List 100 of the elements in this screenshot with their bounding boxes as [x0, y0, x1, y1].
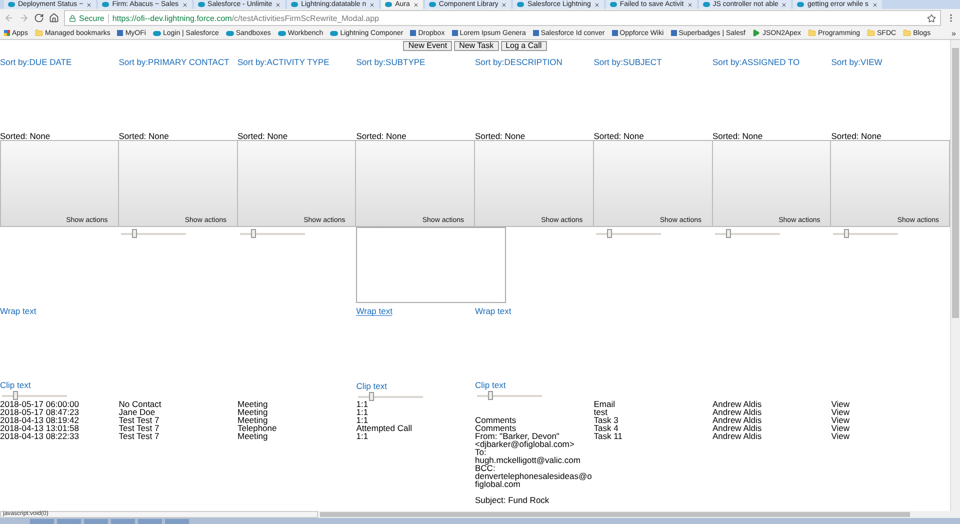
table-cell: Meeting: [238, 416, 268, 424]
horizontal-scrollbar[interactable]: [318, 511, 960, 518]
slider-thumb[interactable]: [369, 392, 374, 401]
tab-favicon-icon: [797, 2, 804, 7]
table-cell: View: [831, 424, 850, 432]
table-cell: Andrew Aldis: [712, 432, 762, 440]
table-cell: Attempted Call: [356, 424, 412, 432]
table-cell: Task 11: [594, 432, 622, 440]
table-cell: Test Test 7: [118, 416, 160, 424]
close-icon[interactable]: [275, 2, 282, 8]
cloud-icon: [226, 30, 234, 36]
table-cell-text: From: "Barker, Devon" <djbarker@ofiglobal.com> To: hugh.mckelligott@valic.com BCC: denvertelephonesalesideas@ofiglobal.com Subject: Fund Rock: [475, 432, 593, 504]
tab-favicon-icon: [102, 2, 110, 7]
table-cell: Test Test 7: [118, 432, 160, 440]
table-cell: View: [831, 400, 850, 408]
url-text: https://ofi--dev.lightning.force.com/c/testActivitiesFirmScRewrite_Modal.app: [112, 14, 379, 22]
action-button[interactable]: Log a Call: [500, 41, 547, 51]
close-icon[interactable]: [412, 2, 419, 8]
sort-link[interactable]: Sort by:DUE DATE: [0, 58, 119, 67]
tab-favicon-icon: [517, 2, 524, 7]
slider-thumb[interactable]: [250, 229, 256, 238]
folder-icon: [808, 29, 816, 37]
wrap-text-link[interactable]: Wrap text: [356, 307, 392, 316]
home-icon[interactable]: [49, 13, 59, 23]
lock-icon: [69, 14, 76, 22]
table-cell: Comments: [475, 424, 516, 432]
folder-icon: [34, 29, 43, 37]
close-icon[interactable]: [501, 2, 508, 8]
table-cell: test: [594, 408, 608, 416]
tab-favicon-icon: [291, 2, 298, 7]
table-cell: View: [831, 408, 850, 416]
slider-thumb[interactable]: [726, 229, 730, 238]
table-cell: 1:1: [356, 400, 368, 408]
site-icon: [452, 30, 458, 36]
close-icon[interactable]: [594, 2, 600, 8]
table-cell: 1:1: [356, 432, 368, 440]
sort-status: Sorted: None: [118, 132, 170, 140]
wrap-text-link[interactable]: Wrap text: [0, 307, 36, 315]
slider-thumb[interactable]: [488, 391, 493, 400]
address-bar[interactable]: Secure https://ofi--dev.lightning.force.com/c/testActivitiesFirmScRewrite_Modal.app: [64, 10, 941, 26]
table-cell: 2018-04-13 08:19:42: [0, 416, 79, 424]
tab-favicon-icon: [198, 2, 205, 7]
table-cell: Meeting: [238, 408, 268, 416]
table-cell: Task 3: [594, 416, 618, 424]
sort-status: Sorted: None: [238, 132, 289, 140]
slider-thumb[interactable]: [844, 229, 850, 238]
clip-text-link[interactable]: Clip text: [356, 382, 387, 390]
site-icon: [612, 30, 618, 36]
close-icon[interactable]: [369, 2, 376, 8]
sort-link[interactable]: Sort by:SUBJECT: [594, 58, 712, 67]
table-cell: Andrew Aldis: [712, 400, 762, 408]
tab-favicon-icon: [8, 2, 15, 7]
close-icon[interactable]: [872, 2, 878, 8]
wrap-text-link[interactable]: Wrap text: [475, 307, 512, 315]
clip-text-link[interactable]: Clip text: [475, 381, 506, 389]
slider-thumb[interactable]: [13, 391, 18, 400]
table-cell: 2018-04-13 13:01:58: [0, 424, 79, 432]
site-icon: [117, 30, 124, 36]
slider-thumb[interactable]: [606, 229, 612, 238]
sort-link[interactable]: Sort by:VIEW: [831, 58, 950, 67]
close-icon[interactable]: [182, 2, 188, 8]
table-cell: Andrew Aldis: [712, 408, 762, 416]
back-icon[interactable]: [4, 13, 14, 23]
secure-label: Secure: [79, 14, 110, 22]
table-cell: Andrew Aldis: [712, 416, 762, 424]
table-cell: Comments: [475, 416, 516, 424]
reload-icon[interactable]: [34, 13, 44, 23]
table-cell: 2018-05-17 08:47:23: [0, 408, 79, 416]
site-icon: [670, 30, 677, 36]
table-cell: Task 4: [594, 424, 618, 432]
table-cell: View: [831, 416, 850, 424]
sort-link[interactable]: Sort by:ACTIVITY TYPE: [238, 58, 356, 67]
folder-icon: [867, 29, 875, 37]
table-cell: 1:1: [356, 416, 368, 424]
sort-link[interactable]: Sort by:SUBTYPE: [356, 58, 475, 67]
sort-link[interactable]: Sort by:PRIMARY CONTACT: [118, 58, 238, 67]
table-cell: No Contact: [118, 400, 162, 408]
action-button[interactable]: New Event: [403, 41, 452, 51]
close-icon[interactable]: [781, 2, 788, 8]
folder-icon: [903, 29, 912, 37]
close-icon[interactable]: [86, 2, 92, 8]
sort-status: Sorted: None: [0, 132, 52, 140]
clip-text-link[interactable]: Clip text: [0, 381, 31, 389]
tab-favicon-icon: [428, 2, 436, 7]
site-icon: [410, 30, 416, 36]
close-icon[interactable]: [686, 2, 693, 8]
more-bookmarks[interactable]: »: [952, 28, 956, 38]
star-icon[interactable]: [927, 14, 936, 22]
sort-link[interactable]: Sort by:ASSIGNED TO: [712, 58, 832, 67]
sort-link[interactable]: Sort by:DESCRIPTION: [475, 58, 594, 67]
slider-thumb[interactable]: [132, 229, 137, 238]
table-cell: Meeting: [238, 432, 268, 440]
sort-status: Sorted: None: [475, 132, 526, 140]
site-icon: [532, 30, 539, 36]
play-icon: [752, 29, 760, 37]
forward-icon[interactable]: [19, 13, 29, 23]
tab-favicon-icon: [610, 2, 617, 7]
vertical-scrollbar[interactable]: [950, 40, 960, 511]
table-cell: Andrew Aldis: [712, 424, 762, 432]
action-button[interactable]: New Task: [454, 41, 499, 51]
